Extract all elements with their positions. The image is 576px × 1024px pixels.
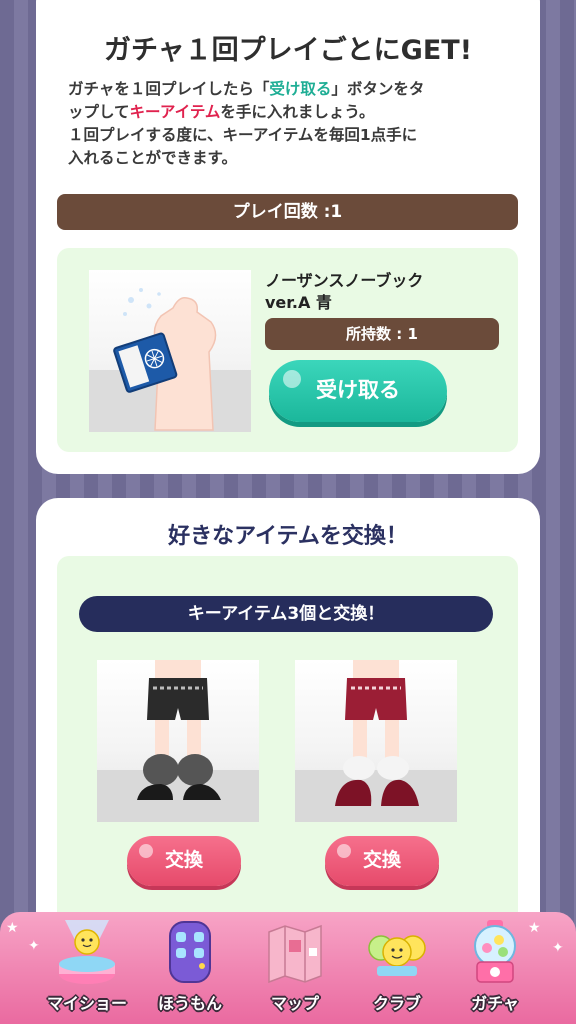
nav-label-gacha: ガチャ	[471, 994, 519, 1013]
nav-label-club: クラブ	[372, 994, 421, 1013]
exchange-button-label: 交換	[362, 850, 401, 871]
desc-text: ップして	[68, 103, 130, 121]
black-shorts-boots-icon	[97, 660, 259, 822]
reward-item-panel: ノーザンスノーブック ver.A 青 所持数 : 1 受け取る	[57, 248, 518, 452]
desc-highlight-receive: 受け取る	[269, 80, 332, 98]
button-shine	[337, 844, 351, 858]
exchange-button-label: 交換	[164, 850, 203, 871]
desc-line-3: １回プレイする度に、キーアイテムを毎回1点手に	[68, 126, 418, 144]
desc-line-2: ップしてキーアイテムを手に入れましょう。	[68, 101, 520, 124]
nav-item-visit[interactable]: ほうもん	[135, 912, 245, 1024]
nav-label-myshow: マイショー	[46, 994, 127, 1013]
nav-label-visit: ほうもん	[157, 994, 222, 1013]
desc-text: ガチャを１回プレイしたら「	[68, 80, 270, 98]
nav-item-myshow[interactable]: マイショー	[32, 912, 142, 1024]
reward-description: ガチャを１回プレイしたら「受け取る」ボタンをタ ップしてキーアイテムを手に入れま…	[68, 78, 520, 170]
bottom-nav: ★ ✦ ★ ✦ マイショー ほうもん マップ クラブ ガチャ	[0, 912, 576, 1024]
nav-item-map[interactable]: マップ	[240, 912, 350, 1024]
exchange-subtitle-bar: キーアイテム3個と交換！	[79, 596, 493, 632]
exchange-button-2[interactable]: 交換	[325, 836, 439, 886]
reward-item-name-line2: ver.A 青	[265, 293, 332, 312]
desc-text: を手に入れましょう。	[220, 103, 375, 121]
reward-item-image	[89, 270, 251, 432]
reward-card: ガチャ１回プレイごとにGET! ガチャを１回プレイしたら「受け取る」ボタンをタ …	[36, 0, 540, 474]
owned-count-bar: 所持数 : 1	[265, 318, 499, 350]
desc-text: 」ボタンをタ	[331, 80, 425, 98]
button-shine	[139, 844, 153, 858]
nav-item-gacha[interactable]: ガチャ	[440, 912, 550, 1024]
exchange-button-1[interactable]: 交換	[127, 836, 241, 886]
snow-book-icon	[89, 288, 251, 432]
door-icon	[169, 921, 211, 983]
exchange-item-image-2[interactable]	[295, 660, 457, 822]
gacha-machine-icon	[474, 920, 516, 983]
nav-label-map: マップ	[270, 994, 319, 1013]
reward-headline: ガチャ１回プレイごとにGET!	[103, 35, 473, 66]
exchange-card: 好きなアイテムを交換！ キーアイテム3個と交換！ 交換 交換	[36, 498, 540, 976]
exchange-title: 好きなアイテムを交換！	[168, 524, 408, 549]
club-icon	[368, 935, 426, 976]
desc-line-1: ガチャを１回プレイしたら「受け取る」ボタンをタ	[68, 78, 520, 101]
exchange-item-image-1[interactable]	[97, 660, 259, 822]
reward-item-name-line1: ノーザンスノーブック	[265, 271, 424, 290]
nav-item-club[interactable]: クラブ	[342, 912, 452, 1024]
map-icon	[268, 924, 322, 984]
button-shine	[283, 370, 301, 388]
reward-item-name: ノーザンスノーブック ver.A 青	[265, 270, 423, 314]
stage-icon	[59, 920, 115, 984]
play-count-bar: プレイ回数 :1	[57, 194, 518, 230]
receive-button[interactable]: 受け取る	[269, 360, 447, 422]
sparkle-icon: ★	[6, 920, 19, 936]
receive-button-label: 受け取る	[316, 379, 400, 402]
desc-line-4: 入れることができます。	[68, 149, 237, 167]
red-shorts-boots-icon	[295, 660, 457, 822]
sparkle-icon: ✦	[552, 940, 564, 956]
desc-highlight-key-item: キーアイテム	[129, 103, 221, 121]
